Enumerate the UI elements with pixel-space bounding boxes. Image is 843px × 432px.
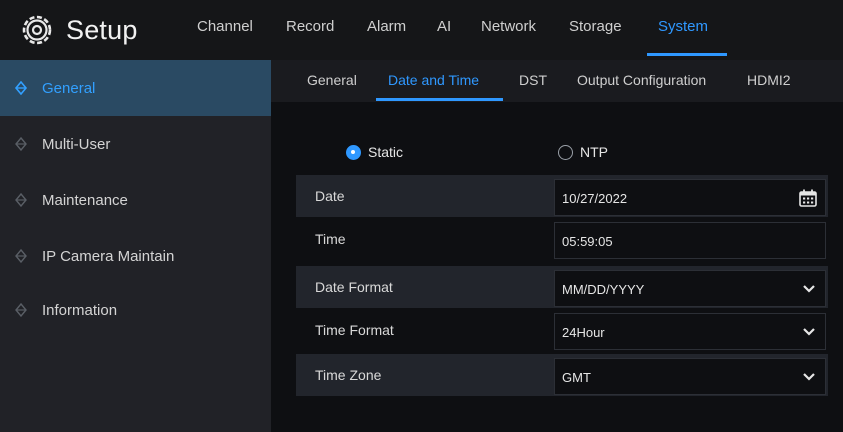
diamond-icon bbox=[15, 137, 27, 151]
date-format-select[interactable]: MM/DD/YYYY bbox=[554, 270, 826, 307]
subtab-hdmi2[interactable]: HDMI2 bbox=[747, 72, 791, 88]
gear-icon bbox=[22, 15, 52, 45]
time-format-select[interactable]: 24Hour bbox=[554, 313, 826, 350]
sidebar-item-label: IP Camera Maintain bbox=[42, 247, 175, 265]
time-zone-select[interactable]: GMT bbox=[554, 358, 826, 395]
sidebar-item-ip-camera-maintain[interactable]: IP Camera Maintain bbox=[0, 228, 271, 284]
radio-ntp-label: NTP bbox=[580, 144, 608, 160]
radio-static[interactable]: Static bbox=[346, 144, 403, 160]
sidebar: General Multi-User Maintenance IP Camera… bbox=[0, 60, 271, 432]
diamond-icon bbox=[15, 193, 27, 207]
time-format-row: Time Format 24Hour bbox=[296, 309, 828, 351]
time-row: Time 05:59:05 bbox=[296, 218, 828, 260]
tab-storage[interactable]: Storage bbox=[569, 18, 622, 35]
time-format-label: Time Format bbox=[315, 322, 394, 338]
sidebar-item-maintenance[interactable]: Maintenance bbox=[0, 172, 271, 228]
sidebar-item-label: General bbox=[42, 79, 96, 97]
chevron-down-icon bbox=[803, 285, 815, 293]
sidebar-item-multi-user[interactable]: Multi-User bbox=[0, 116, 271, 172]
date-format-label: Date Format bbox=[315, 279, 393, 295]
main-content: General Date and Time DST Output Configu… bbox=[271, 60, 843, 432]
sidebar-item-label: Multi-User bbox=[42, 135, 111, 153]
subtab-date-and-time[interactable]: Date and Time bbox=[388, 72, 479, 88]
date-value: 10/27/2022 bbox=[562, 191, 628, 206]
active-subtab-indicator bbox=[376, 98, 503, 101]
sub-tabs: General Date and Time DST Output Configu… bbox=[271, 60, 843, 102]
sidebar-item-general[interactable]: General bbox=[0, 60, 271, 116]
tab-channel[interactable]: Channel bbox=[197, 18, 253, 35]
time-zone-label: Time Zone bbox=[315, 367, 382, 383]
sidebar-item-label: Maintenance bbox=[42, 191, 128, 209]
radio-static-label: Static bbox=[368, 144, 404, 160]
active-tab-indicator bbox=[647, 53, 727, 56]
top-bar: Setup Channel Record Alarm AI Network St… bbox=[0, 0, 843, 60]
radio-ntp[interactable]: NTP bbox=[558, 144, 608, 160]
tab-ai[interactable]: AI bbox=[437, 18, 451, 35]
time-field[interactable]: 05:59:05 bbox=[554, 222, 826, 259]
app-brand: Setup bbox=[20, 10, 138, 50]
tab-record[interactable]: Record bbox=[286, 18, 334, 35]
time-zone-row: Time Zone GMT bbox=[296, 354, 828, 396]
radio-dot bbox=[558, 144, 573, 160]
diamond-icon bbox=[15, 249, 27, 263]
chevron-down-icon bbox=[803, 328, 815, 336]
date-field[interactable]: 10/27/2022 bbox=[554, 179, 826, 216]
time-value: 05:59:05 bbox=[562, 234, 613, 249]
subtab-general[interactable]: General bbox=[307, 72, 357, 88]
radio-dot bbox=[346, 144, 361, 160]
diamond-icon bbox=[15, 303, 27, 317]
sidebar-item-label: Information bbox=[42, 301, 118, 319]
tab-alarm[interactable]: Alarm bbox=[367, 18, 406, 35]
subtab-dst[interactable]: DST bbox=[519, 72, 547, 88]
sidebar-item-information[interactable]: Information bbox=[0, 282, 271, 338]
time-format-value: 24Hour bbox=[562, 325, 605, 340]
date-label: Date bbox=[315, 188, 345, 204]
date-format-row: Date Format MM/DD/YYYY bbox=[296, 266, 828, 308]
page-title: Setup bbox=[66, 14, 138, 45]
chevron-down-icon bbox=[803, 373, 815, 381]
diamond-icon bbox=[14, 81, 28, 95]
tab-network[interactable]: Network bbox=[481, 18, 536, 35]
time-label: Time bbox=[315, 231, 346, 247]
tab-system[interactable]: System bbox=[658, 18, 708, 35]
date-row: Date 10/27/2022 bbox=[296, 175, 828, 217]
date-format-value: MM/DD/YYYY bbox=[562, 282, 645, 297]
subtab-output-configuration[interactable]: Output Configuration bbox=[577, 72, 706, 88]
calendar-icon[interactable] bbox=[798, 188, 818, 208]
time-zone-value: GMT bbox=[562, 370, 591, 385]
